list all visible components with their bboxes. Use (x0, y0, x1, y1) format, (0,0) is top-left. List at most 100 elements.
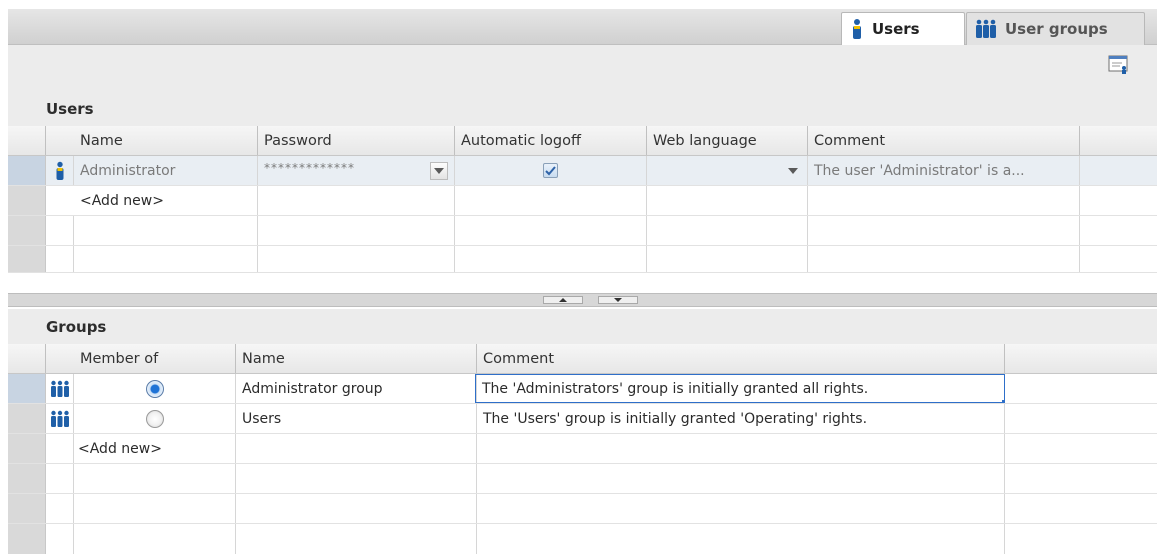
panel-splitter[interactable] (8, 293, 1157, 307)
user-group-icon (50, 410, 69, 427)
table-row (8, 216, 1157, 246)
group-name-cell[interactable]: Users (236, 404, 477, 433)
table-row (8, 494, 1157, 524)
empty-cell (46, 216, 74, 245)
empty-cell (46, 524, 74, 554)
empty-cell (258, 216, 455, 245)
row-header[interactable] (8, 186, 46, 215)
user-password-cell[interactable]: ************* (258, 156, 455, 185)
empty-cell[interactable] (808, 186, 1080, 215)
empty-cell (46, 246, 74, 272)
empty-cell (647, 246, 808, 272)
group-row-icon-cell (46, 374, 74, 403)
add-new-user-label: <Add new> (80, 192, 164, 209)
row-header[interactable] (8, 374, 46, 403)
empty-cell (808, 216, 1080, 245)
table-row (8, 524, 1157, 554)
empty-cell (455, 216, 647, 245)
users-table-header: Name Password Automatic logoff Web langu… (8, 126, 1157, 156)
user-icon (56, 161, 63, 180)
column-header-comment[interactable]: Comment (808, 126, 1080, 155)
column-header-group-comment[interactable]: Comment (477, 344, 1005, 373)
group-row-icon-cell (46, 404, 74, 433)
web-language-cell[interactable] (647, 156, 808, 185)
editor-tab-bar: Users User groups (8, 9, 1157, 45)
add-new-user[interactable]: <Add new> (46, 186, 258, 215)
checkmark-icon (545, 165, 556, 175)
empty-cell (647, 216, 808, 245)
automatic-logoff-cell[interactable] (455, 156, 647, 185)
empty-cell[interactable] (258, 186, 455, 215)
column-header-group-name[interactable]: Name (236, 344, 477, 373)
tab-users-label: Users (872, 20, 920, 38)
row-header[interactable] (8, 156, 46, 185)
tab-user-groups[interactable]: User groups (966, 12, 1145, 45)
table-row[interactable]: <Add new> (8, 186, 1157, 216)
empty-cell[interactable] (236, 434, 477, 463)
cell-fill-handle[interactable] (1002, 400, 1004, 402)
automatic-logoff-checkbox[interactable] (543, 163, 558, 178)
empty-cell[interactable] (647, 186, 808, 215)
group-name-cell[interactable]: Administrator group (236, 374, 477, 403)
table-row[interactable]: <Add new> (8, 434, 1157, 464)
user-comment-cell[interactable]: The user 'Administrator' is a... (808, 156, 1080, 185)
group-comment-cell[interactable]: The 'Administrators' group is initially … (475, 374, 1005, 403)
table-row[interactable]: Administrator ************* The user 'Ad… (8, 156, 1157, 186)
member-of-cell[interactable] (74, 374, 236, 403)
table-row[interactable]: Users The 'Users' group is initially gra… (8, 404, 1157, 434)
empty-cell (236, 464, 477, 493)
empty-cell (74, 494, 236, 523)
column-header-member-of[interactable]: Member of (74, 344, 236, 373)
users-section-title: Users (8, 91, 1157, 126)
groups-section-title: Groups (8, 309, 1157, 344)
tab-users[interactable]: Users (841, 12, 965, 45)
empty-cell (236, 494, 477, 523)
empty-cell (74, 524, 236, 554)
member-of-cell[interactable] (74, 404, 236, 433)
empty-cell (477, 524, 1005, 554)
empty-cell (258, 246, 455, 272)
user-settings-icon[interactable] (1107, 53, 1129, 75)
tab-user-groups-label: User groups (1005, 20, 1108, 38)
add-new-group[interactable]: <Add new> (74, 434, 236, 463)
user-group-icon (50, 380, 69, 397)
groups-table: Member of Name Comment Administrator gro… (8, 344, 1157, 554)
user-row-icon-cell (46, 156, 74, 185)
row-header[interactable] (8, 404, 46, 433)
empty-cell[interactable] (455, 186, 647, 215)
empty-cell (46, 464, 74, 493)
column-header-web-language[interactable]: Web language (647, 126, 808, 155)
splitter-down-button[interactable] (598, 296, 638, 304)
table-row (8, 246, 1157, 273)
column-header-name[interactable]: Name (74, 126, 258, 155)
web-language-dropdown-button[interactable] (784, 162, 802, 180)
empty-cell[interactable] (477, 434, 1005, 463)
row-header[interactable] (8, 524, 46, 554)
row-header[interactable] (8, 434, 46, 463)
user-icon (853, 19, 861, 39)
table-row[interactable]: Administrator group The 'Administrators'… (8, 374, 1157, 404)
empty-cell (477, 464, 1005, 493)
row-header[interactable] (8, 246, 46, 272)
empty-cell (808, 246, 1080, 272)
user-name-cell[interactable]: Administrator (74, 156, 258, 185)
row-header-corner (8, 126, 46, 155)
splitter-up-button[interactable] (543, 296, 583, 304)
row-header-corner (8, 344, 46, 373)
empty-cell (46, 434, 74, 463)
row-header[interactable] (8, 216, 46, 245)
column-header-password[interactable]: Password (258, 126, 455, 155)
member-of-radio[interactable] (145, 409, 164, 428)
group-comment-cell[interactable]: The 'Users' group is initially granted '… (477, 404, 1005, 433)
group-comment-text: The 'Administrators' group is initially … (482, 380, 869, 397)
toolbar (8, 45, 1157, 91)
member-of-radio-selected[interactable] (145, 379, 164, 398)
add-new-group-label: <Add new> (78, 440, 162, 457)
empty-cell (74, 216, 258, 245)
users-table: Name Password Automatic logoff Web langu… (8, 126, 1157, 273)
password-dropdown-button[interactable] (430, 162, 448, 180)
row-header[interactable] (8, 464, 46, 493)
password-value: ************* (264, 161, 355, 175)
column-header-automatic-logoff[interactable]: Automatic logoff (455, 126, 647, 155)
row-header[interactable] (8, 494, 46, 523)
